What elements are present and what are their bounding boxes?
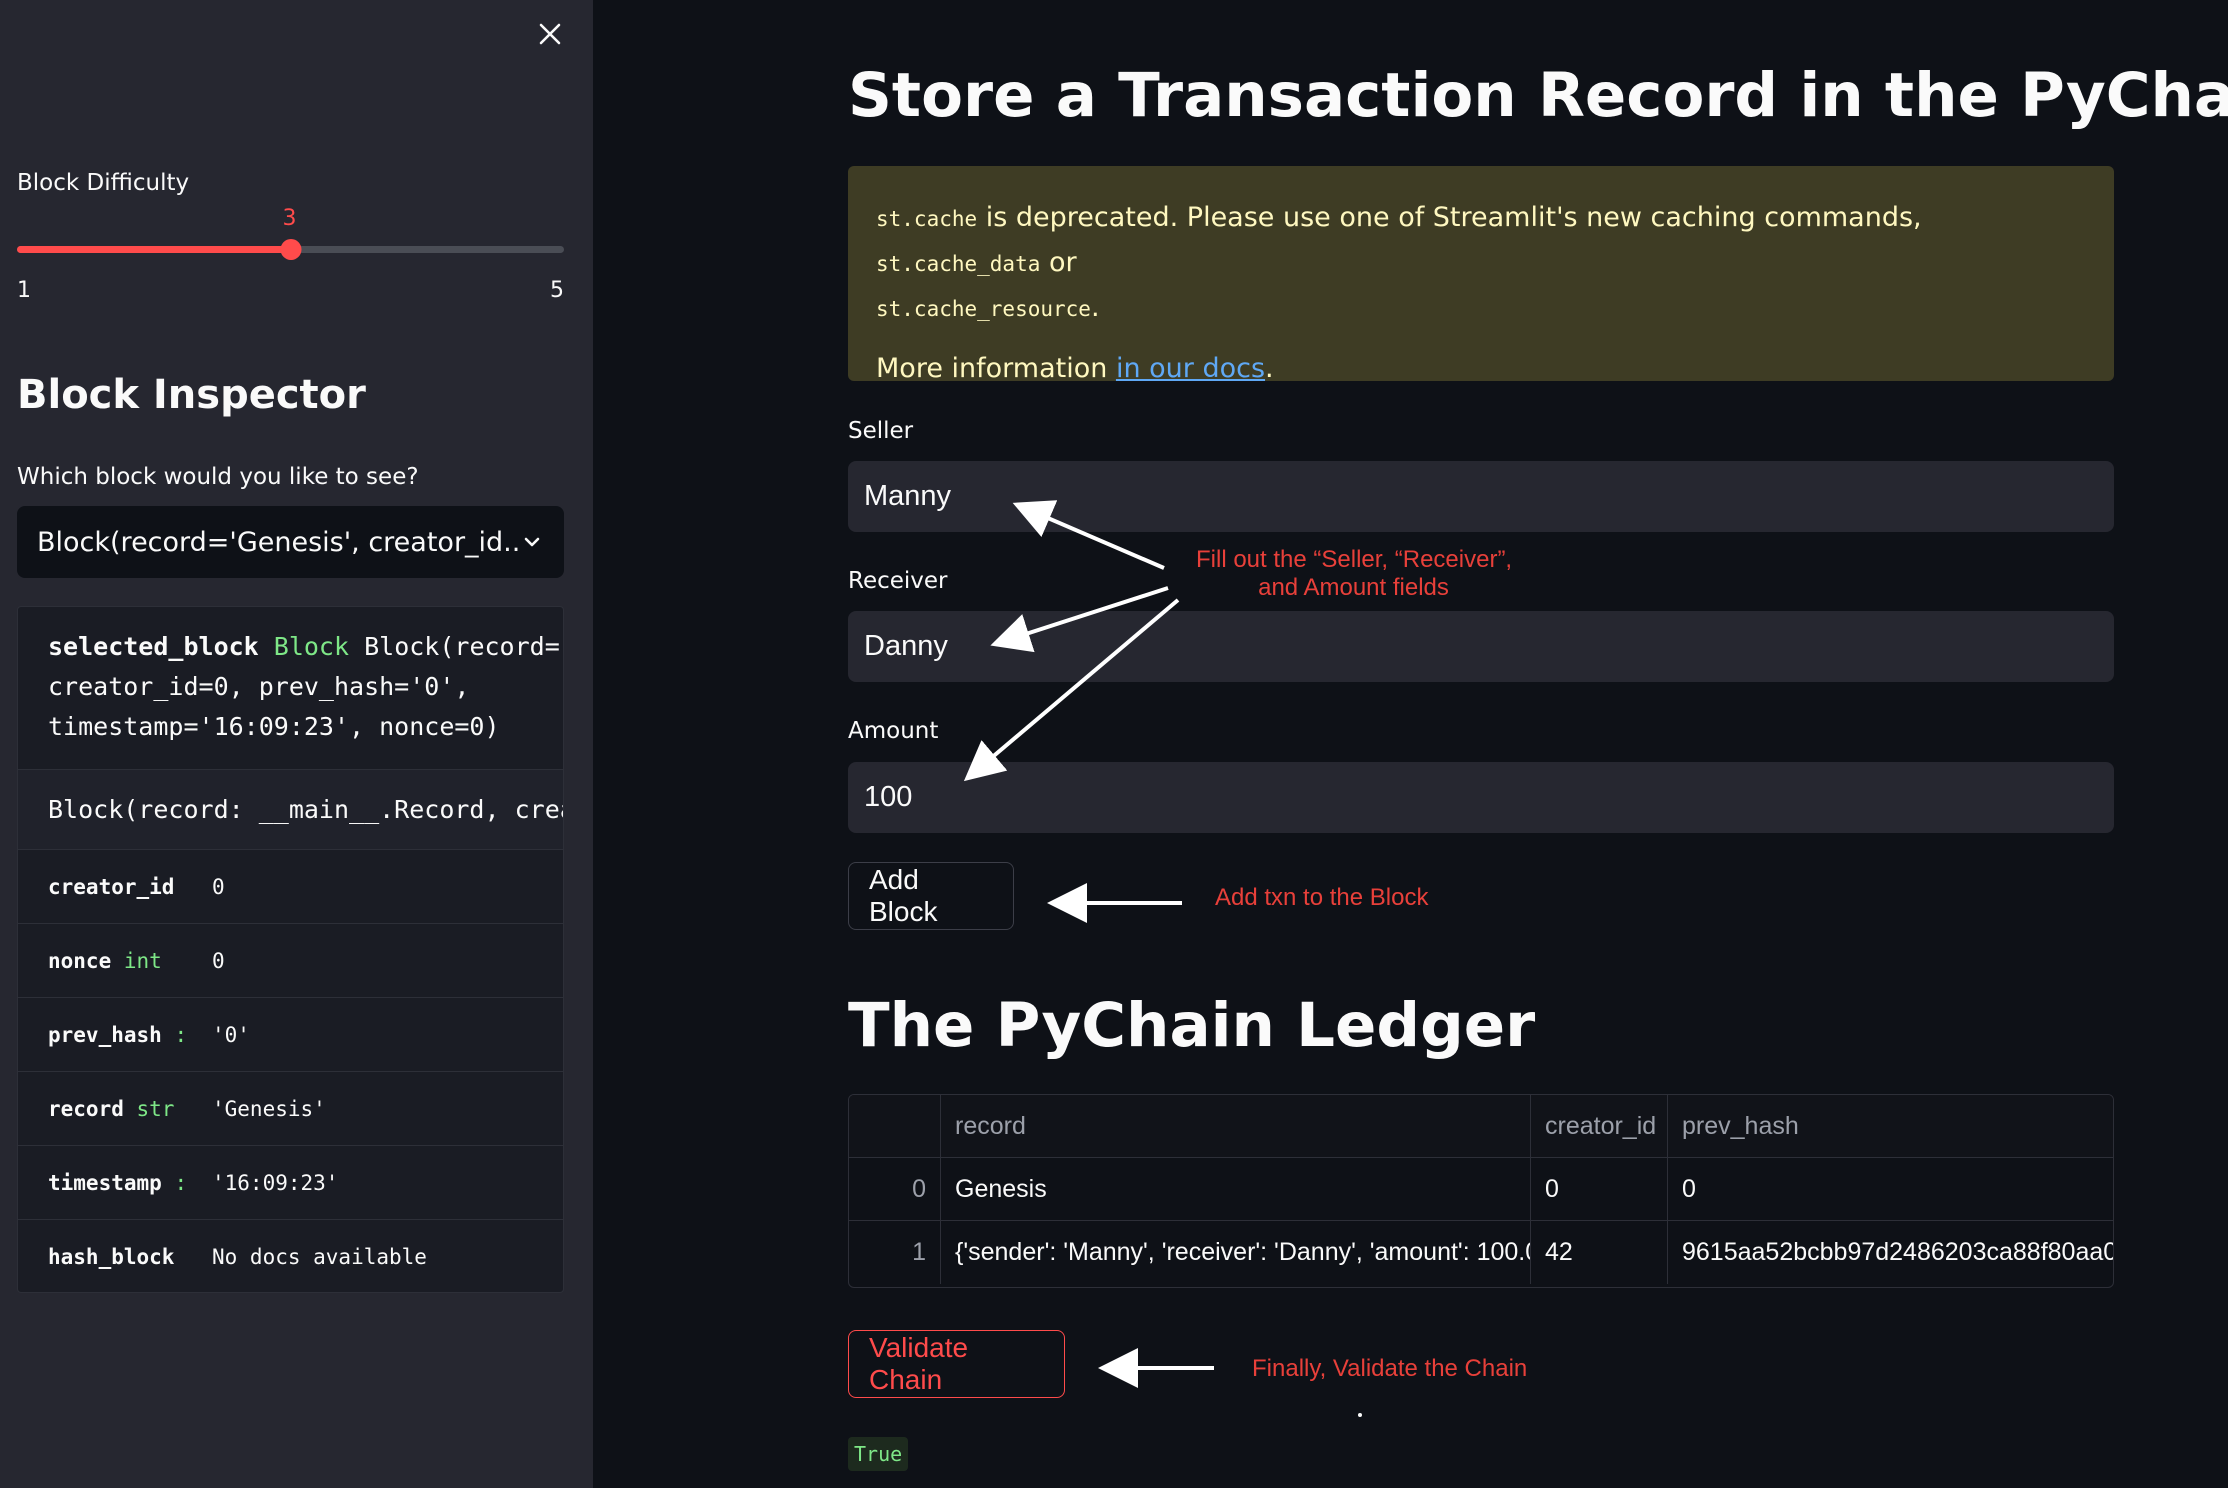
warning-text-3: . (1090, 292, 1100, 323)
help-member-name: prev_hash : (48, 1023, 212, 1047)
warning-text-2: or (1040, 247, 1077, 278)
block-select-label: Which block would you like to see? (17, 464, 419, 490)
docs-link[interactable]: in our docs (1116, 353, 1265, 384)
help-member-row: prev_hash : '0' (18, 997, 563, 1071)
validate-chain-button[interactable]: Validate Chain (848, 1330, 1065, 1398)
ledger-header-index (849, 1095, 941, 1157)
validation-result: True (848, 1437, 909, 1471)
row-index: 1 (849, 1221, 941, 1284)
help-member-label: creator_id (48, 874, 175, 899)
difficulty-slider-value: 3 (282, 206, 297, 231)
help-member-type: : (174, 1170, 188, 1195)
help-member-type: : (174, 1022, 188, 1047)
slider-fill (17, 246, 291, 253)
help-sig-part3: timestamp='16:09:23', nonce=0) (48, 712, 500, 741)
app-root: Block Difficulty 3 1 5 Block Inspector W… (0, 0, 2228, 1488)
slider-thumb[interactable] (280, 239, 301, 260)
seller-label: Seller (848, 418, 914, 444)
close-sidebar-button[interactable] (532, 16, 568, 52)
help-member-name: nonce int (48, 949, 212, 973)
page-title: Store a Transaction Record in the PyChai… (848, 60, 2228, 131)
annotation-add-txn: Add txn to the Block (1215, 884, 1429, 911)
row-index: 0 (849, 1158, 941, 1220)
warning-text-1: is deprecated. Please use one of Streaml… (977, 202, 1922, 233)
more-info-text: More information (876, 353, 1116, 384)
block-help-panel: selected_block Block Block(record= creat… (17, 606, 564, 1293)
help-member-label: hash_block (48, 1244, 175, 1269)
prev-hash-cell[interactable]: 9615aa52bcbb97d2486203ca88f80aa04fa (1668, 1221, 2113, 1284)
table-row[interactable]: 1 {'sender': 'Manny', 'receiver': 'Danny… (849, 1221, 2113, 1284)
help-member-value: 0 (212, 948, 225, 973)
record-cell[interactable]: {'sender': 'Manny', 'receiver': 'Danny',… (941, 1221, 1531, 1284)
close-icon (539, 23, 561, 45)
help-repr: Block(record: __main__.Record, creator_i… (18, 769, 563, 849)
help-member-value: '0' (212, 1022, 250, 1047)
receiver-label: Receiver (848, 568, 948, 594)
help-member-value: 0 (212, 874, 225, 899)
annotation-validate: Finally, Validate the Chain (1252, 1355, 1528, 1382)
help-member-type: str (136, 1096, 175, 1121)
chevron-down-icon (520, 530, 544, 554)
block-select[interactable]: Block(record='Genesis', creator_id... (17, 506, 564, 578)
warning-code-1: st.cache (876, 207, 978, 231)
help-member-type: int (123, 948, 162, 973)
help-members-list: creator_id 0 nonce int 0 prev_hash : '0' reco… (18, 849, 563, 1292)
ledger-title: The PyChain Ledger (848, 990, 1536, 1061)
seller-input[interactable] (848, 461, 2114, 532)
deprecation-warning: st.cache is deprecated. Please use one o… (848, 166, 2114, 384)
block-select-value: Block(record='Genesis', creator_id... (37, 526, 520, 558)
more-info-end: . (1265, 353, 1274, 384)
amount-input[interactable] (848, 762, 2114, 833)
help-member-label: timestamp (48, 1170, 162, 1195)
difficulty-slider[interactable] (17, 239, 564, 260)
receiver-input[interactable] (848, 611, 2114, 682)
warning-code-2: st.cache_data (876, 252, 1041, 276)
help-member-value: No docs available (212, 1244, 427, 1269)
help-member-row: timestamp : '16:09:23' (18, 1145, 563, 1219)
help-member-name: hash_block (48, 1245, 212, 1269)
help-member-label: prev_hash (48, 1022, 162, 1047)
help-member-name: record str (48, 1097, 212, 1121)
help-signature: selected_block Block Block(record= creat… (18, 607, 563, 769)
annotation-fill-fields-line2: and Amount fields (1258, 574, 1449, 601)
help-member-row: creator_id 0 (18, 849, 563, 923)
block-inspector-heading: Block Inspector (17, 372, 366, 418)
help-member-value: '16:09:23' (212, 1170, 339, 1195)
prev-hash-cell[interactable]: 0 (1668, 1158, 2113, 1220)
creator-id-cell[interactable]: 0 (1531, 1158, 1668, 1220)
difficulty-slider-label: Block Difficulty (17, 170, 190, 196)
help-sig-part2: creator_id=0, prev_hash='0', (48, 672, 470, 701)
add-block-button[interactable]: Add Block (848, 862, 1014, 930)
help-member-row: nonce int 0 (18, 923, 563, 997)
table-row[interactable]: 0 Genesis 0 0 (849, 1158, 2113, 1221)
warning-message: st.cache is deprecated. Please use one o… (876, 196, 2086, 331)
help-member-row: hash_block No docs available (18, 1219, 563, 1292)
record-cell[interactable]: Genesis (941, 1158, 1531, 1220)
help-member-value: 'Genesis' (212, 1096, 326, 1121)
help-sig-part1: Block(record= (349, 632, 560, 661)
help-member-label: record (48, 1096, 124, 1121)
ledger-header-prev-hash[interactable]: prev_hash (1668, 1095, 2113, 1157)
amount-label: Amount (848, 718, 939, 744)
slider-min-label: 1 (17, 278, 31, 303)
ledger-header-creator-id[interactable]: creator_id (1531, 1095, 1668, 1157)
ledger-table[interactable]: record creator_id prev_hash 0 Genesis 0 … (848, 1094, 2114, 1288)
help-member-label: nonce (48, 948, 112, 973)
help-member-name: timestamp : (48, 1171, 212, 1195)
help-var-name: selected_block (48, 632, 259, 661)
ledger-header-record[interactable]: record (941, 1095, 1531, 1157)
decorative-dot (1358, 1413, 1362, 1417)
warning-more-info: More information in our docs. (876, 353, 2086, 384)
creator-id-cell[interactable]: 42 (1531, 1221, 1668, 1284)
help-member-row: record str 'Genesis' (18, 1071, 563, 1145)
help-var-type: Block (273, 632, 350, 661)
annotation-fill-fields: Fill out the “Seller, “Receiver”, and Am… (1196, 546, 1513, 602)
annotation-fill-fields-line1: Fill out the “Seller, “Receiver”, (1196, 546, 1513, 573)
help-member-name: creator_id (48, 875, 212, 899)
sidebar: Block Difficulty 3 1 5 Block Inspector W… (0, 0, 593, 1488)
ledger-header-row: record creator_id prev_hash (849, 1095, 2113, 1158)
slider-max-label: 5 (550, 278, 564, 303)
warning-code-3: st.cache_resource (876, 297, 1091, 321)
